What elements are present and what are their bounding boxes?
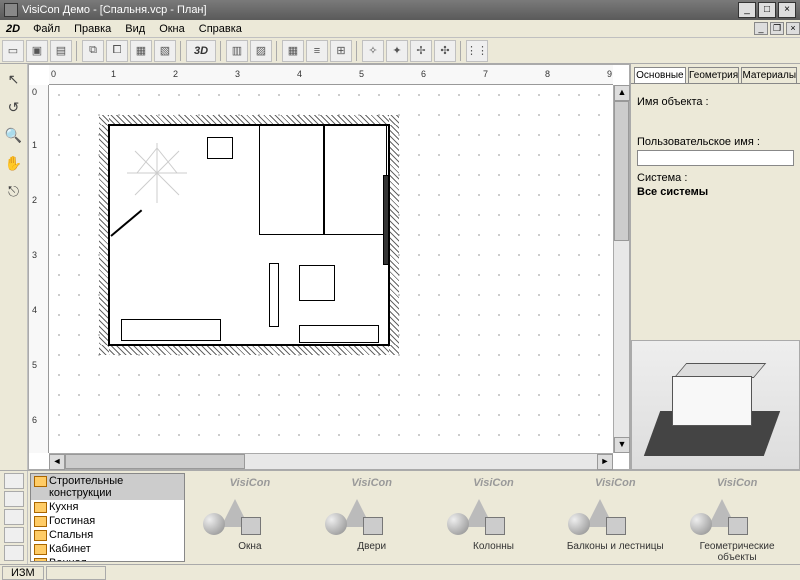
- tab-materials[interactable]: Материалы: [741, 67, 797, 83]
- username-label: Пользовательское имя :: [637, 136, 794, 148]
- preview-3d[interactable]: [631, 340, 800, 470]
- properties-icon[interactable]: ▧: [154, 40, 176, 62]
- light-icon[interactable]: ✦: [386, 40, 408, 62]
- list-icon[interactable]: ≡: [306, 40, 328, 62]
- catalog-tool-5[interactable]: [4, 545, 24, 561]
- maximize-button[interactable]: □: [758, 2, 776, 18]
- layers-icon[interactable]: ▥: [226, 40, 248, 62]
- grid-icon[interactable]: ▦: [282, 40, 304, 62]
- stack-icon[interactable]: ▨: [250, 40, 272, 62]
- window-title: VisiCon Демо - [Спальня.vcp - План]: [22, 4, 207, 16]
- furniture-dresser-2[interactable]: [299, 325, 379, 343]
- scroll-left-icon[interactable]: ◄: [49, 454, 65, 470]
- furniture-chair[interactable]: [299, 265, 335, 301]
- ruler-vertical: 0 1 2 3 4 5 6: [29, 85, 49, 453]
- status-bar: ИЗМ: [0, 564, 800, 580]
- system-value: Все системы: [637, 186, 794, 198]
- menu-windows[interactable]: Окна: [152, 23, 192, 35]
- catalog-item-doors[interactable]: VisiCon Двери: [315, 477, 429, 558]
- tree-node[interactable]: Спальня: [31, 528, 184, 542]
- mdi-minimize-button[interactable]: _: [754, 22, 768, 35]
- tree-node[interactable]: Гостиная: [31, 514, 184, 528]
- catalog-item-windows[interactable]: VisiCon Окна: [193, 477, 307, 558]
- catalog-tool-4[interactable]: [4, 527, 24, 543]
- catalog-item-columns[interactable]: VisiCon Колонны: [437, 477, 551, 558]
- tab-main[interactable]: Основные: [634, 67, 686, 83]
- columns-icon[interactable]: ⊞: [330, 40, 352, 62]
- save-icon[interactable]: ▤: [50, 40, 72, 62]
- select-tool-icon[interactable]: ↖: [3, 68, 25, 90]
- ruler-horizontal: 0 1 2 3 4 5 6 7 8 9: [49, 65, 613, 85]
- catalog-tool-3[interactable]: [4, 509, 24, 525]
- minimize-button[interactable]: _: [738, 2, 756, 18]
- furniture-wardrobe[interactable]: [383, 175, 389, 265]
- furniture-dresser-1[interactable]: [121, 319, 221, 341]
- scrollbar-horizontal[interactable]: ◄ ►: [49, 453, 613, 469]
- catalog-tree[interactable]: Строительные конструкции Кухня Гостиная …: [30, 473, 185, 562]
- menu-help[interactable]: Справка: [192, 23, 249, 35]
- menu-view[interactable]: Вид: [118, 23, 152, 35]
- close-button[interactable]: ×: [778, 2, 796, 18]
- scroll-right-icon[interactable]: ►: [597, 454, 613, 470]
- open-icon[interactable]: ▣: [26, 40, 48, 62]
- copy-icon[interactable]: ⧉: [82, 40, 104, 62]
- mdi-restore-button[interactable]: ❐: [770, 22, 784, 35]
- mdi-close-button[interactable]: ×: [786, 22, 800, 35]
- drawing-canvas[interactable]: [49, 85, 613, 453]
- scroll-up-icon[interactable]: ▲: [614, 85, 630, 101]
- rotate-tool-icon[interactable]: ↺: [3, 96, 25, 118]
- tree-node[interactable]: Ванная: [31, 556, 184, 562]
- username-field[interactable]: [637, 150, 794, 166]
- tree-node[interactable]: Строительные конструкции: [31, 474, 184, 500]
- wand-icon[interactable]: ✧: [362, 40, 384, 62]
- tab-geometry[interactable]: Геометрия: [688, 67, 740, 83]
- snap2-icon[interactable]: ✣: [434, 40, 456, 62]
- scroll-down-icon[interactable]: ▼: [614, 437, 630, 453]
- scrollbar-vertical[interactable]: ▲ ▼: [613, 85, 629, 453]
- ceiling-light-icon: [127, 143, 187, 203]
- catalog-tool-2[interactable]: [4, 491, 24, 507]
- status-mode: ИЗМ: [2, 566, 44, 580]
- zoom-tool-icon[interactable]: 🔍: [3, 124, 25, 146]
- catalog-item-geometric[interactable]: VisiCon Геометрические объекты: [680, 477, 794, 558]
- catalog-tool-1[interactable]: [4, 473, 24, 489]
- main-toolbar: ▭ ▣ ▤ ⧉ ⧠ ▦ ▧ 3D ▥ ▨ ▦ ≡ ⊞ ✧ ✦ ✢ ✣ ⋮⋮: [0, 38, 800, 64]
- properties-panel: Основные Геометрия Материалы Имя объекта…: [630, 64, 800, 470]
- app-icon: [4, 3, 18, 17]
- canvas-area: 0 1 2 3 4 5 6 7 8 9 0 1 2 3 4 5 6: [28, 64, 630, 470]
- paste-icon[interactable]: ⧠: [106, 40, 128, 62]
- mode-2d-label: 2D: [0, 23, 26, 35]
- mirror-tool-icon[interactable]: ⎋: [3, 180, 25, 202]
- catalog-item-balconies[interactable]: VisiCon Балконы и лестницы: [558, 477, 672, 558]
- menu-bar: 2D Файл Правка Вид Окна Справка _ ❐ ×: [0, 20, 800, 38]
- new-icon[interactable]: ▭: [2, 40, 24, 62]
- left-toolbar: ↖ ↺ 🔍 ✋ ⎋: [0, 64, 28, 470]
- objname-label: Имя объекта :: [637, 96, 794, 108]
- tree-node[interactable]: Кухня: [31, 500, 184, 514]
- menu-file[interactable]: Файл: [26, 23, 67, 35]
- dotgrid-icon[interactable]: ⋮⋮: [466, 40, 488, 62]
- snap-icon[interactable]: ✢: [410, 40, 432, 62]
- tree-node[interactable]: Кабинет: [31, 542, 184, 556]
- catalog-items: VisiCon Окна VisiCon Двери VisiCon Колон…: [187, 471, 800, 564]
- system-label: Система :: [637, 172, 794, 184]
- menu-edit[interactable]: Правка: [67, 23, 118, 35]
- delete-icon[interactable]: ▦: [130, 40, 152, 62]
- furniture-tv[interactable]: [207, 137, 233, 159]
- furniture-item[interactable]: [269, 263, 279, 327]
- pan-tool-icon[interactable]: ✋: [3, 152, 25, 174]
- room-plan: [99, 115, 399, 355]
- catalog-panel: Строительные конструкции Кухня Гостиная …: [0, 470, 800, 564]
- view-3d-button[interactable]: 3D: [186, 40, 216, 62]
